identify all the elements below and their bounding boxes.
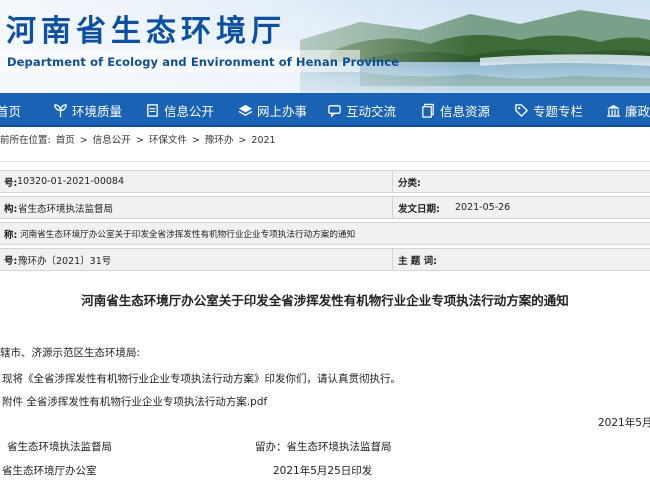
tag-icon — [514, 103, 529, 118]
meta-row-index: 号: 10320-01-2021-00084 分类: — [0, 170, 650, 193]
nav-item-info-disclosure[interactable]: 信息公开 — [145, 93, 214, 127]
files-icon — [421, 103, 436, 118]
nav-item-label: 廉政 — [625, 103, 650, 119]
cell-divider — [392, 197, 393, 218]
index-number-value: 10320-01-2021-00084 — [17, 176, 124, 187]
nav-item-special-topics[interactable]: 专题专栏 — [514, 93, 583, 127]
document-recipients: 辖市、济源示范区生态环境局: — [0, 347, 141, 359]
document-title: 河南省生态环境厅办公室关于印发全省涉挥发性有机物行业企业专项执法行动方案的通知 — [81, 293, 569, 308]
nav-item-label: 专题专栏 — [533, 103, 584, 119]
layers-icon — [238, 103, 253, 118]
document-icon — [145, 103, 160, 118]
sprout-icon — [53, 103, 68, 118]
nav-item-label: 网上办事 — [257, 103, 308, 119]
meta-row-name: 称: 河南省生态环境厅办公室关于印发全省涉挥发性有机物行业企业专项执法行动方案的… — [0, 222, 650, 245]
meta-row-org: 构: 省生态环境执法监督局 发文日期: 2021-05-26 — [0, 196, 650, 219]
meta-label: 分类: — [398, 177, 421, 189]
breadcrumb-separator: > — [191, 135, 200, 146]
cc-left: 省生态环境执法监督局 — [7, 441, 112, 453]
meta-label: 称: — [4, 229, 18, 241]
sign-date: 2021年5月 — [598, 417, 650, 429]
nav-item-label: 环境质量 — [72, 103, 123, 119]
meta-row-docno: 号: 豫环办〔2021〕31号 主 题 词: — [0, 248, 650, 271]
attachment-link[interactable]: 附件 全省涉挥发性有机物行业企业专项执法行动方案.pdf — [2, 394, 267, 409]
breadcrumb-item-info-disclosure[interactable]: 信息公开 — [93, 135, 131, 146]
breadcrumb-item-yuhuanban[interactable]: 豫环办 — [205, 135, 234, 146]
breadcrumb-item-year[interactable]: 2021 — [251, 135, 275, 146]
cell-divider — [392, 171, 393, 192]
chat-icon — [327, 103, 342, 118]
meta-label: 发文日期: — [398, 203, 440, 215]
bank-icon — [606, 103, 621, 118]
site-title: 河南省生态环境厅 — [6, 14, 286, 49]
cc-right: 留办：省生态环境执法监督局 — [255, 441, 392, 453]
issuing-org-value: 省生态环境执法监督局 — [18, 203, 114, 215]
breadcrumb: 前所在位置: 首页 > 信息公开 > 环保文件 > 豫环办 > 2021 — [0, 132, 278, 150]
breadcrumb-item-env-files[interactable]: 环保文件 — [149, 135, 187, 146]
site-banner: 河南省生态环境厅 Department of Ecology and Envir… — [0, 0, 650, 93]
document-number-value: 豫环办〔2021〕31号 — [18, 255, 112, 267]
site-title-english: Department of Ecology and Environment of… — [7, 55, 400, 69]
nav-item-integrity[interactable]: 廉政 — [606, 93, 650, 127]
nav-item-label: 首页 — [0, 103, 22, 119]
nav-item-label: 信息公开 — [164, 103, 215, 119]
meta-label: 号: — [4, 255, 18, 267]
divider — [0, 161, 650, 162]
meta-label: 主 题 词: — [398, 255, 437, 267]
nav-item-interaction[interactable]: 互动交流 — [327, 93, 396, 127]
nav-item-label: 信息资源 — [440, 103, 491, 119]
nav-item-info-resources[interactable]: 信息资源 — [421, 93, 490, 127]
document-name-value: 河南省生态环境厅办公室关于印发全省涉挥发性有机物行业企业专项执法行动方案的通知 — [20, 229, 356, 240]
breadcrumb-prefix: 前所在位置: — [0, 135, 51, 146]
meta-label: 构: — [4, 203, 18, 215]
breadcrumb-separator: > — [135, 135, 144, 146]
nav-item-environment-quality[interactable]: 环境质量 — [53, 93, 122, 127]
breadcrumb-separator: > — [238, 135, 247, 146]
print-date: 2021年5月25日印发 — [273, 465, 373, 477]
nav-item-online-services[interactable]: 网上办事 — [238, 93, 307, 127]
nav-item-home[interactable]: 首页 — [0, 93, 21, 127]
nav-item-label: 互动交流 — [346, 103, 397, 119]
breadcrumb-item-home[interactable]: 首页 — [56, 135, 75, 146]
issuer-office: 省生态环境厅办公室 — [2, 465, 97, 477]
issue-date-value: 2021-05-26 — [455, 202, 511, 213]
cell-divider — [392, 249, 393, 270]
document-body-text: 现将《全省涉挥发性有机物行业企业专项执法行动方案》印发你们，请认真贯彻执行。 — [2, 373, 401, 385]
main-nav: 首页 环境质量 信息公开 网上办事 互动交流 信息资源 专题专栏 廉政 — [0, 93, 650, 127]
breadcrumb-separator: > — [79, 135, 88, 146]
meta-label: 号: — [4, 177, 18, 189]
